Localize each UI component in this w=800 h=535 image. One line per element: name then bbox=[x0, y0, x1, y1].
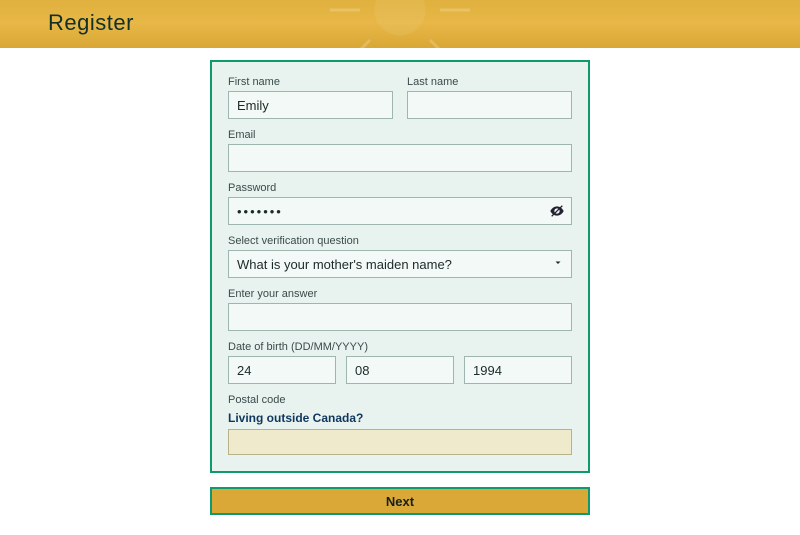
first-name-input[interactable] bbox=[228, 91, 393, 119]
next-button[interactable]: Next bbox=[210, 487, 590, 515]
first-name-label: First name bbox=[228, 76, 393, 88]
page-body: First name Last name Email Password bbox=[0, 48, 800, 535]
postal-code-input[interactable] bbox=[228, 429, 572, 455]
answer-label: Enter your answer bbox=[228, 288, 572, 300]
email-label: Email bbox=[228, 129, 572, 141]
dob-label: Date of birth (DD/MM/YYYY) bbox=[228, 341, 572, 353]
outside-canada-link[interactable]: Living outside Canada? bbox=[228, 411, 572, 425]
last-name-label: Last name bbox=[407, 76, 572, 88]
postal-code-label: Postal code bbox=[228, 394, 572, 406]
email-input[interactable] bbox=[228, 144, 572, 172]
password-label: Password bbox=[228, 182, 572, 194]
register-form-card: First name Last name Email Password bbox=[210, 60, 590, 473]
password-visibility-icon[interactable] bbox=[548, 202, 566, 220]
dob-year-input[interactable] bbox=[464, 356, 572, 384]
answer-input[interactable] bbox=[228, 303, 572, 331]
verification-question-label: Select verification question bbox=[228, 235, 572, 247]
password-input[interactable] bbox=[228, 197, 572, 225]
dob-day-input[interactable] bbox=[228, 356, 336, 384]
header-banner: Register bbox=[0, 0, 800, 48]
last-name-input[interactable] bbox=[407, 91, 572, 119]
verification-question-select[interactable] bbox=[228, 250, 572, 278]
page-title: Register bbox=[0, 0, 800, 36]
dob-month-input[interactable] bbox=[346, 356, 454, 384]
